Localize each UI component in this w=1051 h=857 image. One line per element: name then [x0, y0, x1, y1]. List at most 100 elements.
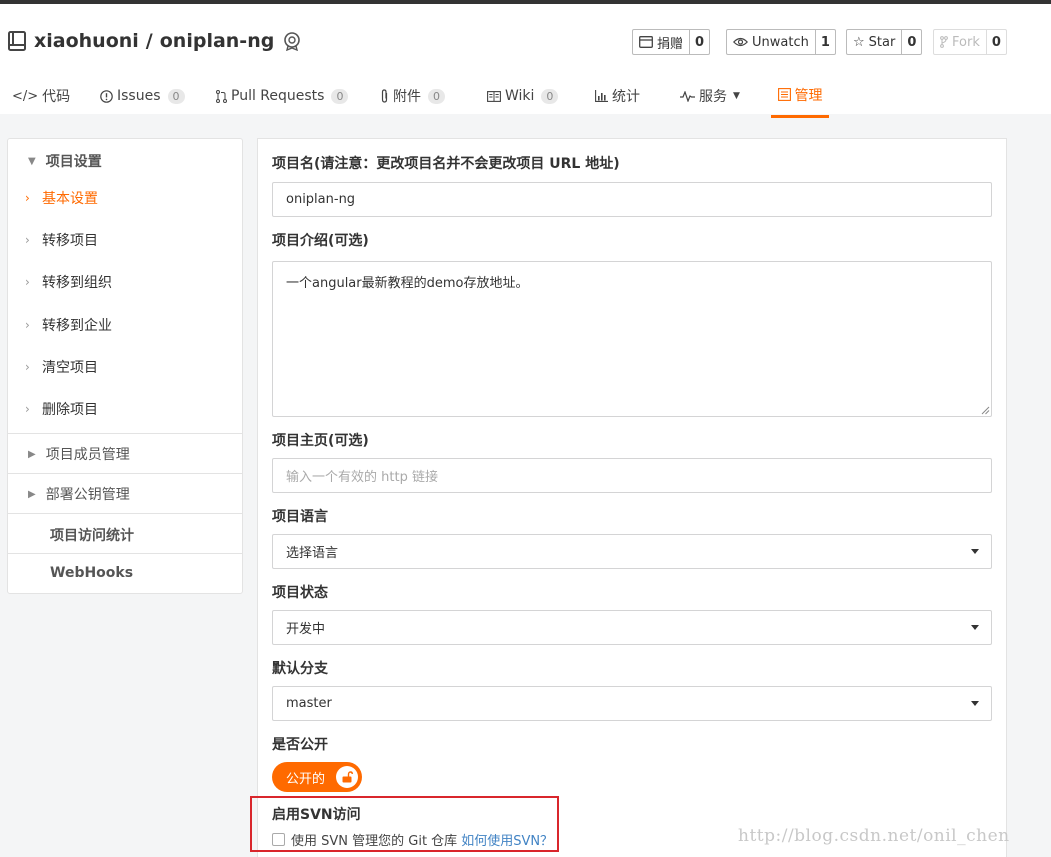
unwatch-button[interactable]: Unwatch 1 — [726, 29, 836, 55]
svn-option: 使用 SVN 管理您的 Git 仓库 如何使用SVN？ — [272, 830, 553, 849]
star-label: Star — [868, 34, 896, 50]
tab-manage-label: 管理 — [794, 87, 823, 104]
sidebar-divider — [8, 553, 242, 554]
sidebar-item-transfer[interactable]: › 转移项目 — [8, 230, 242, 250]
repo-separator: / — [145, 30, 153, 52]
donate-count: 0 — [689, 30, 709, 54]
sidebar-header-settings[interactable]: ▼ 项目设置 — [8, 151, 242, 171]
language-label: 项目语言 — [272, 509, 328, 525]
paperclip-icon — [381, 89, 388, 103]
sidebar-item-clear[interactable]: › 清空项目 — [8, 357, 242, 377]
sidebar-item-basic[interactable]: › 基本设置 — [8, 188, 242, 208]
project-name-label: 项目名(请注意：更改项目名并不会更改项目 URL 地址) — [272, 156, 620, 172]
repo-title: xiaohuoni / oniplan-ng — [8, 30, 302, 52]
repo-name-link[interactable]: oniplan-ng — [160, 30, 275, 52]
manage-icon — [777, 88, 791, 101]
homepage-label: 项目主页(可选) — [272, 433, 369, 449]
watermark: http://blog.csdn.net/onil_chen — [738, 826, 1010, 846]
repo-owner-link[interactable]: xiaohuoni — [34, 30, 139, 52]
settings-form: 项目名(请注意：更改项目名并不会更改项目 URL 地址) oniplan-ng … — [257, 138, 1007, 857]
sidebar-header-deploy-keys[interactable]: ▶ 部署公钥管理 — [8, 484, 242, 504]
homepage-input[interactable]: 输入一个有效的 http 链接 — [272, 458, 992, 493]
project-desc-text: 一个angular最新教程的demo存放地址。 — [286, 276, 529, 291]
branch-select[interactable]: master — [272, 686, 992, 721]
chevron-right-icon: › — [25, 402, 30, 416]
sidebar-divider — [8, 513, 242, 514]
code-icon: </> — [12, 88, 39, 104]
tab-wiki-label: Wiki — [505, 88, 535, 104]
tab-services[interactable]: 服务 ▼ — [680, 74, 740, 118]
chevron-down-icon: ▼ — [733, 91, 740, 101]
unlock-icon — [336, 766, 358, 788]
chevron-right-icon: › — [25, 233, 30, 247]
issue-icon — [100, 89, 113, 103]
pull-request-icon — [216, 89, 227, 103]
tab-wiki[interactable]: Wiki 0 — [487, 74, 559, 118]
pulse-icon — [680, 90, 695, 102]
fork-button[interactable]: Fork 0 — [933, 29, 1007, 55]
resize-handle-icon[interactable] — [980, 405, 990, 415]
public-label: 是否公开 — [272, 737, 328, 753]
star-action: ☆ Star 0 — [846, 29, 923, 55]
tab-issues-count: 0 — [167, 88, 185, 104]
tab-pull-requests-label: Pull Requests — [231, 88, 325, 104]
sidebar-divider — [8, 433, 242, 434]
chevron-right-icon: › — [25, 360, 30, 374]
svn-label: 启用SVN访问 — [272, 807, 361, 823]
project-name-input[interactable]: oniplan-ng — [272, 182, 992, 217]
svn-help-link[interactable]: 如何使用SVN？ — [461, 830, 553, 849]
tab-services-label: 服务 — [699, 89, 727, 105]
caret-right-icon: ▶ — [28, 448, 36, 460]
unwatch-label: Unwatch — [752, 34, 809, 50]
language-value: 选择语言 — [286, 546, 339, 561]
sidebar-header-members[interactable]: ▶ 项目成员管理 — [8, 444, 242, 464]
tab-issues[interactable]: Issues 0 — [100, 74, 185, 118]
svn-checkbox[interactable] — [272, 833, 285, 846]
tab-attachments-label: 附件 — [393, 89, 421, 105]
sidebar-item-delete[interactable]: › 删除项目 — [8, 399, 242, 419]
dropdown-caret-icon — [971, 625, 979, 630]
tab-issues-label: Issues — [117, 88, 161, 104]
tab-wiki-count: 0 — [541, 88, 559, 104]
tab-attachments[interactable]: 附件 0 — [380, 74, 445, 118]
donate-button[interactable]: 捐赠 0 — [632, 29, 711, 55]
repo-icon — [8, 31, 26, 51]
repo-header: xiaohuoni / oniplan-ng 捐赠 0 Unwatch 1 ☆ S… — [0, 4, 1051, 118]
award-icon[interactable] — [282, 31, 302, 51]
tab-stats[interactable]: 统计 — [595, 74, 640, 118]
status-value: 开发中 — [286, 622, 326, 637]
tab-stats-label: 统计 — [612, 89, 640, 105]
dropdown-caret-icon — [971, 701, 979, 706]
tab-manage[interactable]: 管理 — [771, 74, 829, 118]
tab-pull-requests-count: 0 — [331, 88, 349, 104]
chevron-right-icon: › — [25, 318, 30, 332]
sidebar-divider — [8, 473, 242, 474]
project-desc-textarea[interactable]: 一个angular最新教程的demo存放地址。 — [272, 261, 992, 417]
star-button[interactable]: ☆ Star 0 — [846, 29, 923, 55]
tab-attachments-count: 0 — [428, 88, 445, 104]
fork-count: 0 — [985, 30, 1006, 54]
tab-pull-requests[interactable]: Pull Requests 0 — [216, 74, 349, 118]
language-select[interactable]: 选择语言 — [272, 534, 992, 569]
chevron-right-icon: › — [25, 275, 30, 289]
chevron-right-icon: › — [25, 191, 30, 205]
dropdown-caret-icon — [971, 549, 979, 554]
sidebar-item-transfer-org[interactable]: › 转移到组织 — [8, 272, 242, 292]
donate-action: 捐赠 0 — [632, 29, 711, 55]
tab-code[interactable]: </> 代码 — [12, 74, 70, 118]
book-icon — [487, 90, 501, 102]
sidebar-item-transfer-enterprise[interactable]: › 转移到企业 — [8, 315, 242, 335]
sidebar-item-access-stats[interactable]: 项目访问统计 — [50, 525, 134, 545]
status-select[interactable]: 开发中 — [272, 610, 992, 645]
star-icon: ☆ — [853, 34, 865, 50]
eye-icon — [733, 37, 748, 47]
public-toggle-label: 公开的 — [286, 771, 326, 787]
watch-count: 1 — [814, 30, 835, 54]
project-desc-label: 项目介绍(可选) — [272, 233, 369, 249]
sidebar-item-webhooks[interactable]: WebHooks — [50, 565, 133, 581]
wallet-icon — [639, 36, 653, 48]
public-toggle[interactable]: 公开的 — [272, 762, 362, 792]
donate-label: 捐赠 — [657, 36, 684, 52]
settings-sidebar: ▼ 项目设置 › 基本设置 › 转移项目 › 转移到组织 › 转移到企业 › 清… — [7, 138, 243, 594]
watch-action: Unwatch 1 — [726, 29, 836, 55]
